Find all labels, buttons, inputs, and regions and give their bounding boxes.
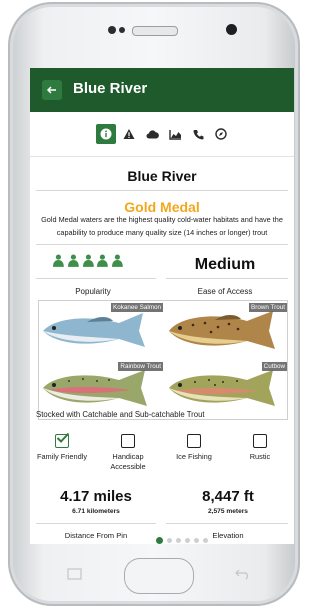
home-button[interactable] bbox=[124, 558, 194, 594]
recent-apps-icon[interactable] bbox=[66, 568, 84, 580]
fish-name: Rainbow Trout bbox=[118, 362, 163, 371]
tab-contact[interactable] bbox=[188, 124, 208, 144]
family-friendly-checkbox[interactable] bbox=[55, 432, 70, 448]
fish-icon bbox=[97, 254, 109, 267]
speaker-grille bbox=[132, 26, 178, 36]
divider bbox=[166, 523, 288, 524]
distance-value: 4.17 miles bbox=[60, 488, 132, 505]
popularity-label: Popularity bbox=[75, 287, 111, 296]
divider bbox=[36, 278, 156, 279]
page-dot[interactable] bbox=[185, 538, 190, 543]
page-dot[interactable] bbox=[176, 538, 181, 543]
water-title: Blue River bbox=[127, 168, 197, 184]
checkmark-icon bbox=[56, 432, 70, 443]
divider bbox=[36, 190, 288, 191]
tab-alerts[interactable] bbox=[119, 124, 139, 144]
elevation-meters: 2,575 meters bbox=[208, 508, 248, 515]
page-dot[interactable] bbox=[167, 538, 172, 543]
warning-icon bbox=[123, 129, 135, 139]
sensor-dot-2 bbox=[119, 27, 125, 33]
compass-icon bbox=[215, 128, 227, 140]
distance-label: Distance From Pin bbox=[64, 531, 128, 540]
tab-weather[interactable] bbox=[142, 124, 162, 144]
fish-name: Kokanee Salmon bbox=[111, 303, 163, 312]
ice-fishing-checkbox[interactable] bbox=[187, 434, 201, 448]
front-camera bbox=[226, 24, 237, 35]
handicap-accessible-checkbox[interactable] bbox=[121, 434, 135, 448]
amenity-label: Rustic bbox=[249, 452, 271, 461]
popularity-rating bbox=[52, 254, 124, 272]
arrow-left-icon bbox=[46, 86, 56, 94]
tab-directions[interactable] bbox=[211, 124, 231, 144]
page-dot[interactable] bbox=[203, 538, 208, 543]
rustic-checkbox[interactable] bbox=[253, 434, 267, 448]
cloud-icon bbox=[146, 130, 159, 139]
back-button[interactable] bbox=[42, 80, 62, 100]
back-key-icon[interactable] bbox=[234, 568, 252, 580]
phone-frame: Blue River Blue River Gold Medal Gold Me… bbox=[8, 2, 300, 606]
amenity-handicap-accessible: Handicap Accessible bbox=[96, 434, 160, 472]
amenity-label: Family Friendly bbox=[36, 452, 88, 461]
divider bbox=[36, 523, 156, 524]
fish-name: Cutbow bbox=[261, 362, 287, 371]
amenity-label: Handicap Accessible bbox=[110, 452, 146, 471]
app-bar: Blue River bbox=[30, 68, 294, 112]
amenity-family-friendly: Family Friendly bbox=[30, 432, 94, 462]
chart-icon bbox=[168, 129, 181, 140]
distance-km: 6.71 kilometers bbox=[72, 508, 120, 515]
info-icon bbox=[100, 128, 112, 140]
phone-icon bbox=[193, 129, 203, 139]
fish-icon bbox=[52, 254, 64, 267]
app-title: Blue River bbox=[73, 80, 148, 97]
stocking-info: Stocked with Catchable and Sub-catchable… bbox=[36, 410, 205, 419]
designation-description: Gold Medal waters are the highest qualit… bbox=[41, 215, 283, 237]
fish-card[interactable]: Kokanee Salmon bbox=[39, 301, 163, 359]
access-value: Medium bbox=[194, 256, 256, 273]
divider bbox=[36, 244, 288, 245]
elevation-value: 8,447 ft bbox=[202, 488, 254, 505]
access-label: Ease of Access bbox=[197, 287, 253, 296]
fish-name: Brown Trout bbox=[249, 303, 287, 312]
tab-bar bbox=[30, 112, 294, 157]
fish-species-grid: Kokanee Salmon Brown Trout Rainbow Trout… bbox=[38, 300, 288, 420]
divider bbox=[166, 278, 288, 279]
sensor-dot bbox=[108, 26, 116, 34]
fish-icon bbox=[67, 254, 79, 267]
amenity-label: Ice Fishing bbox=[176, 452, 212, 461]
page-dot-active[interactable] bbox=[156, 537, 163, 544]
page-dot[interactable] bbox=[194, 538, 199, 543]
amenity-rustic: Rustic bbox=[228, 434, 292, 462]
page-indicator bbox=[156, 537, 208, 544]
tab-info[interactable] bbox=[96, 124, 116, 144]
app-screen: Blue River Blue River Gold Medal Gold Me… bbox=[30, 68, 294, 544]
fish-icon bbox=[112, 254, 123, 267]
fish-card[interactable]: Brown Trout bbox=[163, 301, 287, 359]
fish-icon bbox=[82, 254, 94, 267]
amenity-ice-fishing: Ice Fishing bbox=[162, 434, 226, 462]
tab-flow-chart[interactable] bbox=[165, 124, 185, 144]
